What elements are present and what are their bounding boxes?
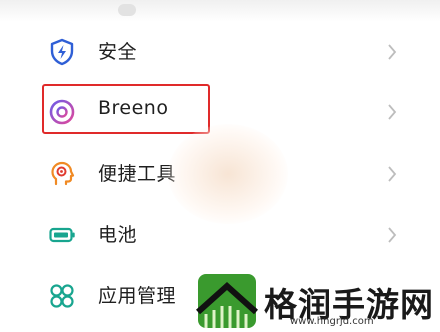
shield-bolt-icon <box>50 38 74 66</box>
chevron-right-icon <box>388 166 397 182</box>
battery-icon <box>49 227 75 243</box>
touch-blur-overlay <box>168 124 288 224</box>
head-gear-icon <box>51 161 75 186</box>
settings-item-label: 电池 <box>98 224 138 246</box>
annotation-highlight-box <box>42 84 210 134</box>
app-grid-icon <box>50 284 74 308</box>
settings-item-security[interactable]: 安全 <box>0 22 440 82</box>
settings-item-label: 应用管理 <box>98 285 177 307</box>
watermark-logo-icon <box>196 274 258 328</box>
chevron-right-icon <box>388 44 397 60</box>
chevron-right-icon <box>388 227 397 243</box>
settings-item-label: 便捷工具 <box>98 163 177 185</box>
watermark-url-text: www.hngrjd.com <box>290 316 374 327</box>
chevron-right-icon <box>388 104 397 120</box>
settings-item-label: 安全 <box>98 41 138 63</box>
